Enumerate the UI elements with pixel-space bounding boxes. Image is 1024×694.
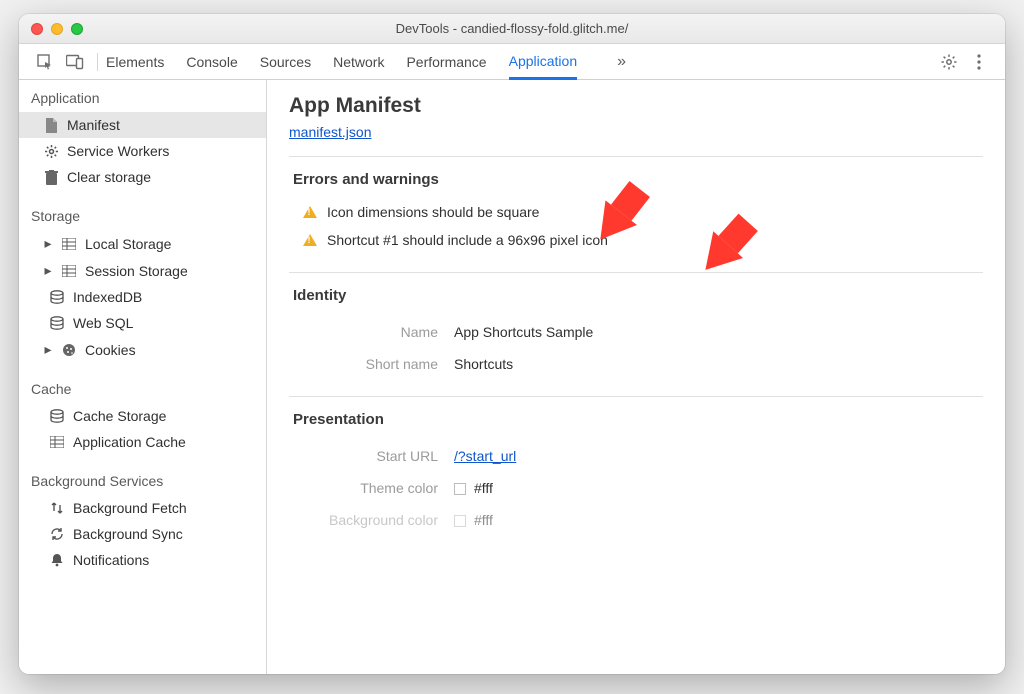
kv-label: Theme color xyxy=(289,480,454,496)
sidebar-item-label: Background Sync xyxy=(73,526,183,542)
database-icon xyxy=(49,408,65,424)
kv-value: App Shortcuts Sample xyxy=(454,324,593,340)
warning-icon xyxy=(303,206,317,218)
sidebar-item-label: Application Cache xyxy=(73,434,186,450)
section-identity: Identity Name App Shortcuts Sample Short… xyxy=(289,272,983,380)
kv-value: Shortcuts xyxy=(454,356,513,372)
sidebar-item-label: Notifications xyxy=(73,552,149,568)
tab-sources[interactable]: Sources xyxy=(260,44,311,79)
warning-icon xyxy=(303,234,317,246)
kv-value: #fff xyxy=(474,480,493,496)
page-title: App Manifest xyxy=(289,94,983,118)
sidebar-group-storage: Storage xyxy=(19,198,266,230)
tab-application[interactable]: Application xyxy=(509,45,578,80)
sidebar-item-label: Manifest xyxy=(67,117,120,133)
file-icon xyxy=(43,117,59,133)
trash-icon xyxy=(43,169,59,185)
cookie-icon xyxy=(61,342,77,358)
main-panel: App Manifest manifest.json Errors and wa… xyxy=(267,80,1005,674)
chevron-right-icon: ▸ xyxy=(43,341,53,358)
titlebar: DevTools - candied-flossy-fold.glitch.me… xyxy=(19,14,1005,44)
sidebar-item-label: Cookies xyxy=(85,342,136,358)
window-title: DevTools - candied-flossy-fold.glitch.me… xyxy=(19,21,1005,36)
bell-icon xyxy=(49,552,65,568)
warning-text: Shortcut #1 should include a 96x96 pixel… xyxy=(327,232,608,248)
color-swatch xyxy=(454,515,466,527)
sync-icon xyxy=(49,526,65,542)
inspect-icon[interactable] xyxy=(33,54,57,70)
kv-start-url: Start URL /?start_url xyxy=(289,440,983,472)
kv-label: Short name xyxy=(289,356,454,372)
settings-icon[interactable] xyxy=(937,53,961,71)
devtools-toolbar: Elements Console Sources Network Perform… xyxy=(19,44,1005,80)
section-title: Identity xyxy=(293,287,983,304)
kebab-menu-icon[interactable] xyxy=(967,54,991,70)
sidebar-group-application: Application xyxy=(19,80,266,112)
kv-label: Background color xyxy=(289,512,454,528)
database-icon xyxy=(49,315,65,331)
sidebar-group-cache: Cache xyxy=(19,371,266,403)
content-area: Application Manifest Service Workers Cle… xyxy=(19,80,1005,674)
zoom-icon[interactable] xyxy=(71,23,83,35)
kv-theme-color: Theme color #fff xyxy=(289,472,983,504)
sidebar-item-label: Local Storage xyxy=(85,236,171,252)
sidebar-item-app-cache[interactable]: Application Cache xyxy=(19,429,266,455)
sidebar-item-label: Cache Storage xyxy=(73,408,166,424)
start-url-link[interactable]: /?start_url xyxy=(454,448,516,464)
kv-name: Name App Shortcuts Sample xyxy=(289,316,983,348)
tab-console[interactable]: Console xyxy=(186,44,237,79)
sidebar-item-local-storage[interactable]: ▸ Local Storage xyxy=(19,230,266,257)
sidebar-item-label: Clear storage xyxy=(67,169,151,185)
kv-label: Start URL xyxy=(289,448,454,464)
grid-icon xyxy=(61,236,77,252)
minimize-icon[interactable] xyxy=(51,23,63,35)
swap-icon xyxy=(49,500,65,516)
sidebar-item-service-workers[interactable]: Service Workers xyxy=(19,138,266,164)
grid-icon xyxy=(49,434,65,450)
close-icon[interactable] xyxy=(31,23,43,35)
chevron-right-icon: ▸ xyxy=(43,262,53,279)
sidebar-item-label: Service Workers xyxy=(67,143,169,159)
sidebar-item-label: Background Fetch xyxy=(73,500,187,516)
warning-row: Shortcut #1 should include a 96x96 pixel… xyxy=(289,228,983,256)
sidebar-group-bgservices: Background Services xyxy=(19,463,266,495)
panel-tabs: Elements Console Sources Network Perform… xyxy=(106,44,626,79)
sidebar-item-bg-fetch[interactable]: Background Fetch xyxy=(19,495,266,521)
device-toggle-icon[interactable] xyxy=(63,54,87,70)
separator xyxy=(97,53,98,71)
database-icon xyxy=(49,289,65,305)
sidebar-item-session-storage[interactable]: ▸ Session Storage xyxy=(19,257,266,284)
sidebar-item-clear-storage[interactable]: Clear storage xyxy=(19,164,266,190)
section-title: Presentation xyxy=(293,411,983,428)
sidebar: Application Manifest Service Workers Cle… xyxy=(19,80,267,674)
manifest-link[interactable]: manifest.json xyxy=(289,124,371,140)
kv-label: Name xyxy=(289,324,454,340)
sidebar-item-indexeddb[interactable]: IndexedDB xyxy=(19,284,266,310)
sidebar-item-cache-storage[interactable]: Cache Storage xyxy=(19,403,266,429)
more-tabs-icon[interactable]: » xyxy=(617,53,626,71)
section-presentation: Presentation Start URL /?start_url Theme… xyxy=(289,396,983,536)
sidebar-item-cookies[interactable]: ▸ Cookies xyxy=(19,336,266,363)
sidebar-item-bg-sync[interactable]: Background Sync xyxy=(19,521,266,547)
color-swatch xyxy=(454,483,466,495)
section-title: Errors and warnings xyxy=(293,171,983,188)
sidebar-item-label: IndexedDB xyxy=(73,289,142,305)
chevron-right-icon: ▸ xyxy=(43,235,53,252)
tab-elements[interactable]: Elements xyxy=(106,44,164,79)
tab-network[interactable]: Network xyxy=(333,44,384,79)
kv-short-name: Short name Shortcuts xyxy=(289,348,983,380)
gear-icon xyxy=(43,143,59,159)
sidebar-item-manifest[interactable]: Manifest xyxy=(19,112,266,138)
kv-value: #fff xyxy=(474,512,493,528)
sidebar-item-websql[interactable]: Web SQL xyxy=(19,310,266,336)
sidebar-item-notifications[interactable]: Notifications xyxy=(19,547,266,573)
tab-performance[interactable]: Performance xyxy=(406,44,486,79)
grid-icon xyxy=(61,263,77,279)
kv-bg-color: Background color #fff xyxy=(289,504,983,536)
devtools-window: DevTools - candied-flossy-fold.glitch.me… xyxy=(19,14,1005,674)
sidebar-item-label: Web SQL xyxy=(73,315,133,331)
window-controls xyxy=(31,23,83,35)
warning-text: Icon dimensions should be square xyxy=(327,204,539,220)
sidebar-item-label: Session Storage xyxy=(85,263,188,279)
